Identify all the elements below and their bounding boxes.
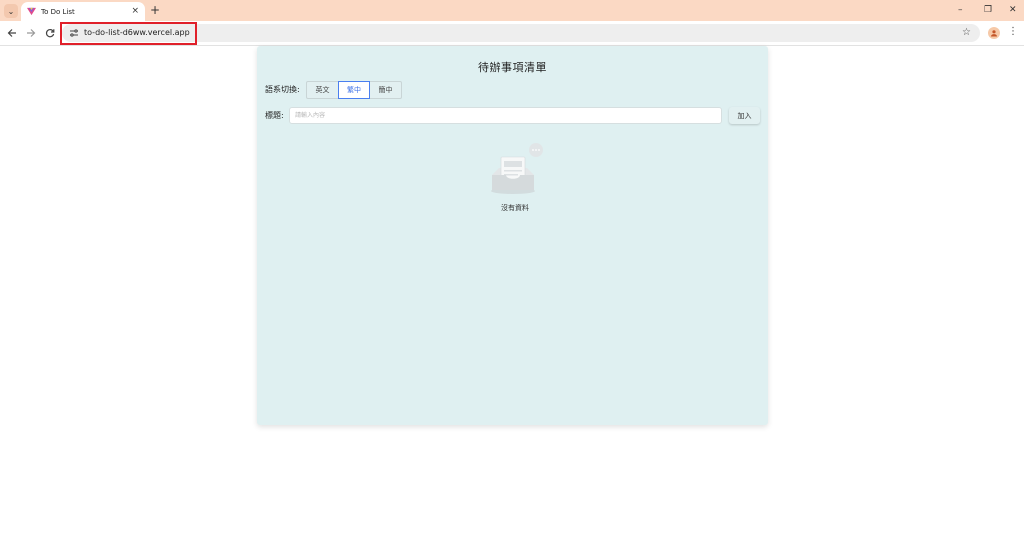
profile-button[interactable] <box>988 27 1000 39</box>
title-label: 標題: <box>265 111 284 120</box>
title-input[interactable] <box>289 107 722 124</box>
url-highlight-box <box>60 22 197 45</box>
tab-list-button[interactable]: ⌄ <box>4 4 18 18</box>
arrow-left-icon <box>7 29 16 37</box>
browser-tab-bar: ⌄ To Do List × + – ❐ ✕ <box>0 0 1024 21</box>
empty-inbox-icon <box>491 143 543 194</box>
todo-card: 待辦事項清單 語系切換: 英文 繁中 簡中 標題: 加入 沒有資料 <box>257 46 768 425</box>
tab-close-button[interactable]: × <box>131 7 139 16</box>
lang-option-traditional[interactable]: 繁中 <box>338 81 370 99</box>
back-button[interactable] <box>5 26 19 40</box>
minimize-button[interactable]: – <box>958 4 963 16</box>
forward-button[interactable] <box>24 26 38 40</box>
profile-icon <box>991 30 997 37</box>
arrow-right-icon <box>27 29 36 37</box>
vue-logo-icon <box>27 7 36 16</box>
empty-state-text: 沒有資料 <box>501 204 529 212</box>
lang-option-english[interactable]: 英文 <box>306 81 339 99</box>
chevron-down-icon: ⌄ <box>7 6 15 16</box>
language-label: 語系切換: <box>265 85 300 94</box>
star-icon[interactable]: ☆ <box>962 27 971 39</box>
page-title: 待辦事項清單 <box>478 61 547 74</box>
kebab-menu-icon[interactable]: ⋮ <box>1008 26 1018 38</box>
language-switcher: 英文 繁中 簡中 <box>306 81 402 99</box>
reload-icon <box>45 29 55 38</box>
add-button[interactable]: 加入 <box>729 107 760 124</box>
browser-tab[interactable]: To Do List × <box>21 2 145 21</box>
tab-title: To Do List <box>41 7 75 16</box>
lang-option-simplified[interactable]: 簡中 <box>369 81 402 99</box>
new-tab-button[interactable]: + <box>150 3 160 17</box>
window-close-button[interactable]: ✕ <box>1009 4 1017 16</box>
reload-button[interactable] <box>43 26 57 40</box>
restore-button[interactable]: ❐ <box>984 4 992 16</box>
address-bar[interactable]: to-do-list-d6ww.vercel.app <box>62 24 980 42</box>
empty-state: 沒有資料 <box>485 142 545 212</box>
